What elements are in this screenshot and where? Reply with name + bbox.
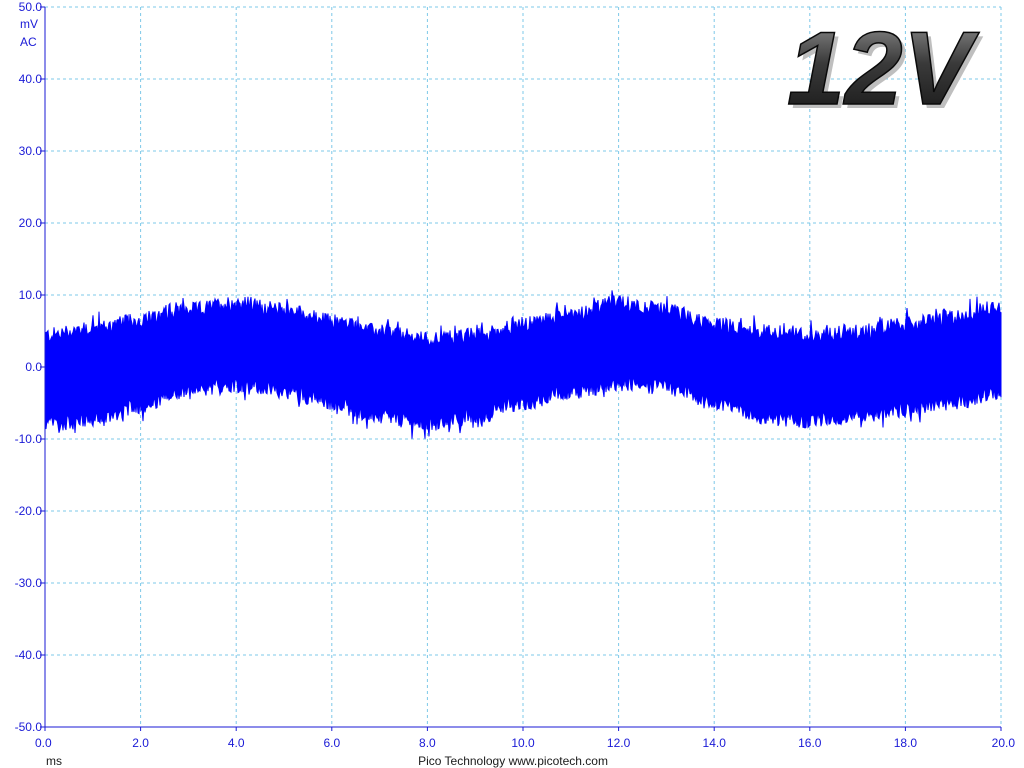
x-tick-label: 8.0	[419, 736, 436, 750]
y-tick-label: 20.0	[19, 216, 43, 230]
x-tick-label: 6.0	[323, 736, 340, 750]
x-tick-label: 10.0	[511, 736, 535, 750]
y-tick-label: 40.0	[19, 72, 43, 86]
x-tick-label: 14.0	[703, 736, 727, 750]
y-tick-label: 10.0	[19, 288, 43, 302]
y-tick-label: 30.0	[19, 144, 43, 158]
y-tick-label: -30.0	[15, 576, 43, 590]
coupling-label: AC	[20, 35, 37, 49]
voltage-title: 12V	[787, 11, 980, 127]
y-tick-label: -40.0	[15, 648, 43, 662]
x-tick-label: 12.0	[607, 736, 631, 750]
y-tick-label: 50.0	[19, 0, 43, 14]
y-unit-label: mV	[20, 17, 38, 31]
x-unit-label: ms	[46, 754, 62, 768]
y-tick-label: 0.0	[25, 360, 42, 374]
y-tick-label: -50.0	[15, 720, 43, 734]
x-tick-label: 18.0	[894, 736, 918, 750]
x-tick-label: 16.0	[798, 736, 822, 750]
footer-credit: Pico Technology www.picotech.com	[418, 754, 608, 768]
x-tick-label: 20.0	[992, 736, 1016, 750]
x-tick-label: 4.0	[228, 736, 245, 750]
y-tick-label: -20.0	[15, 504, 43, 518]
oscilloscope-plot: 50.0 40.0 30.0 20.0 10.0 0.0 -10.0 -20.0 -30.0 -4…	[0, 0, 1024, 768]
y-tick-label: -10.0	[15, 432, 43, 446]
x-tick-label: 2.0	[132, 736, 149, 750]
x-tick-label: 0.0	[35, 736, 52, 750]
